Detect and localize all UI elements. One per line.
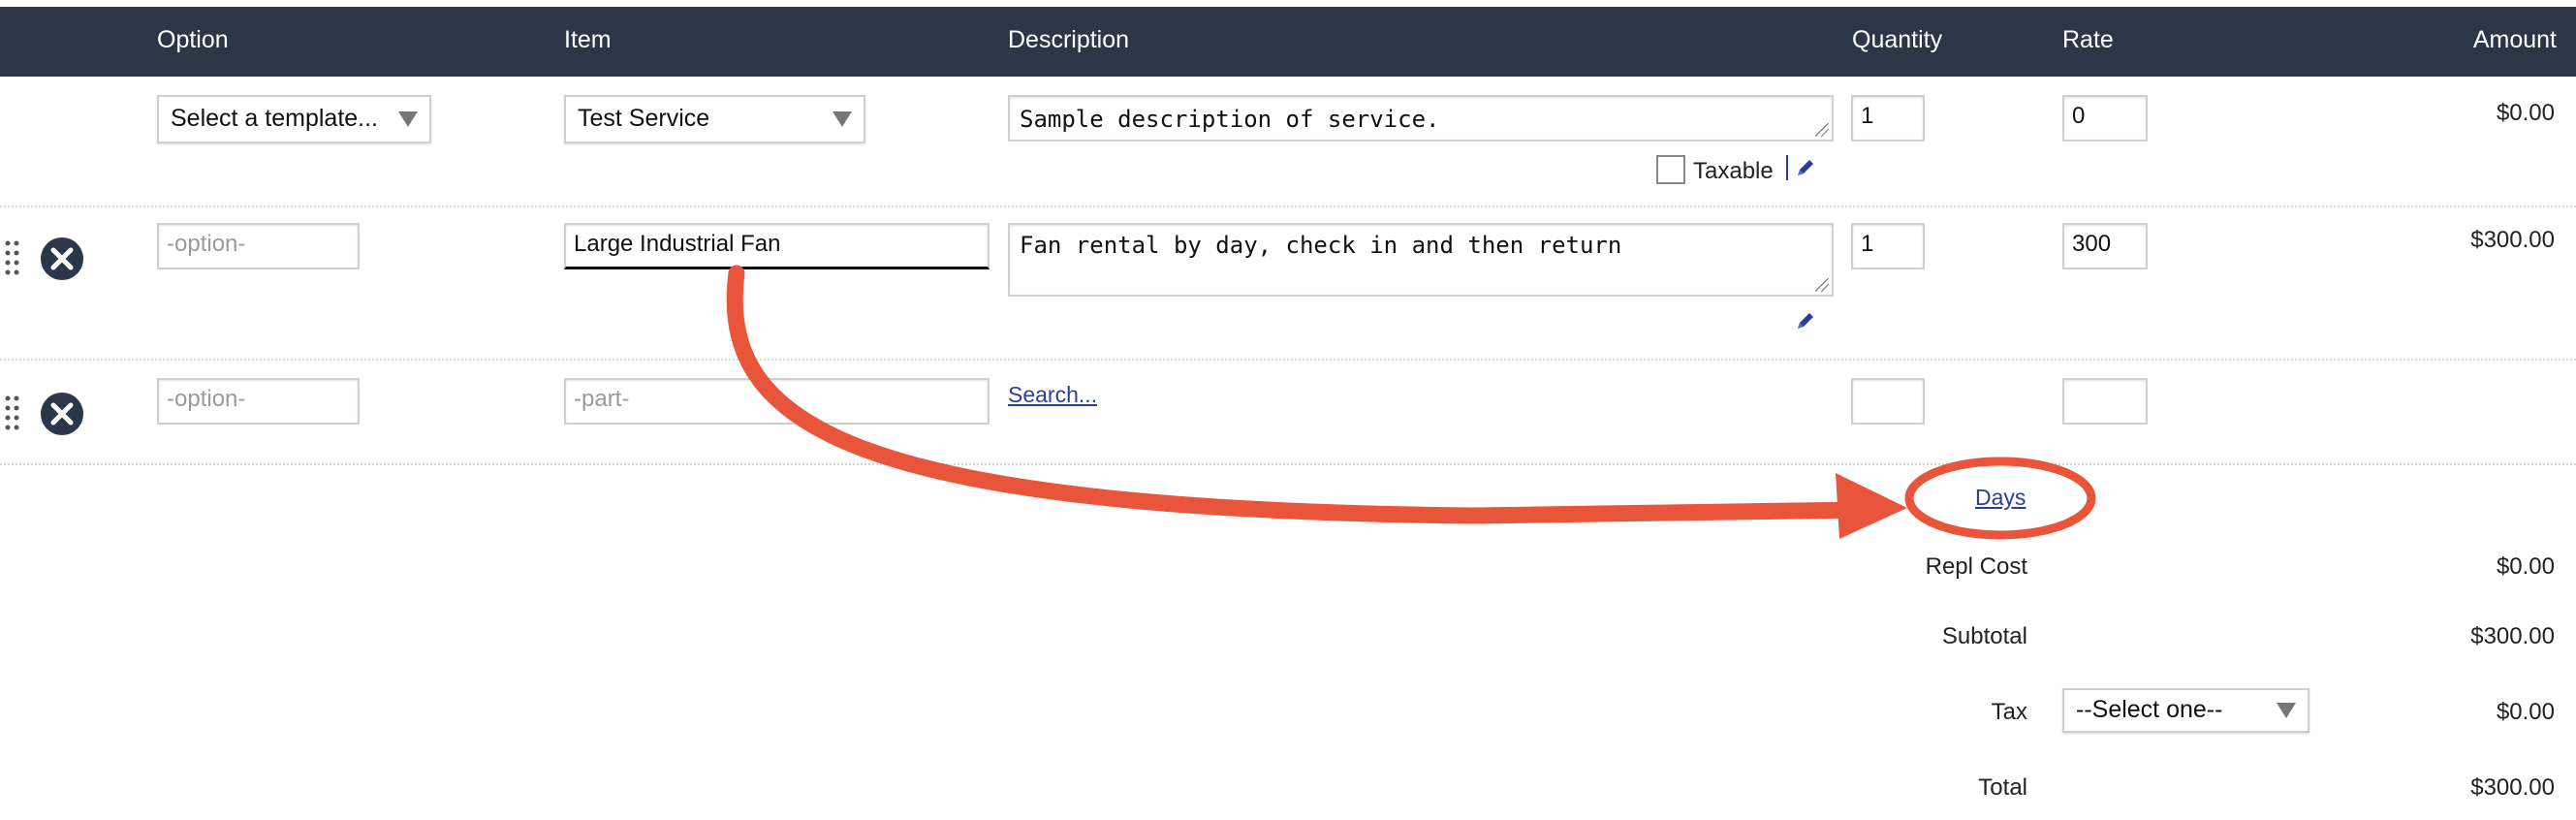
- dropdown-caret-icon: [2277, 703, 2296, 718]
- header-quantity: Quantity: [1852, 26, 1943, 53]
- tax-select[interactable]: --Select one--: [2062, 688, 2309, 733]
- rate-value: 0: [2072, 103, 2086, 129]
- row-divider: [0, 205, 2576, 207]
- quantity-value: 1: [1861, 103, 1874, 129]
- rate-input[interactable]: 0: [2062, 95, 2148, 142]
- quantity-value: 1: [1861, 231, 1874, 257]
- description-textarea[interactable]: Fan rental by day, check in and then ret…: [1008, 223, 1834, 297]
- item-select-value: Test Service: [578, 105, 710, 132]
- taxable-label: Taxable: [1693, 158, 1774, 184]
- remove-circle-x-icon[interactable]: [40, 237, 84, 281]
- line-items-header: Option Item Description Quantity Rate Am…: [0, 7, 2576, 77]
- quantity-input[interactable]: 1: [1851, 223, 1925, 269]
- resize-grip-icon[interactable]: [1815, 278, 1829, 292]
- header-amount: Amount: [2472, 26, 2557, 53]
- part-input[interactable]: -part-: [564, 378, 990, 425]
- item-input[interactable]: Large Industrial Fan: [564, 223, 990, 269]
- taxable-checkbox[interactable]: [1656, 155, 1685, 184]
- template-select[interactable]: Select a template...: [157, 95, 431, 143]
- rate-value: 300: [2072, 231, 2112, 257]
- row-amount: $300.00: [2470, 227, 2555, 253]
- row-divider: [0, 463, 2576, 465]
- tax-value: $0.00: [2496, 699, 2555, 725]
- item-value: Large Industrial Fan: [574, 231, 781, 257]
- header-description: Description: [1008, 26, 1130, 53]
- drag-handle-icon[interactable]: [4, 394, 21, 432]
- total-value: $300.00: [2470, 774, 2555, 801]
- header-item: Item: [564, 26, 612, 53]
- option-placeholder: -option-: [167, 231, 246, 257]
- option-placeholder: -option-: [167, 386, 246, 412]
- description-textarea[interactable]: Sample description of service.: [1008, 95, 1834, 142]
- pencil-edit-icon[interactable]: [1795, 157, 1816, 178]
- repl-cost-value: $0.00: [2496, 553, 2555, 580]
- subtotal-value: $300.00: [2470, 623, 2555, 649]
- description-text: Sample description of service.: [1020, 106, 1440, 133]
- search-link[interactable]: Search...: [1008, 382, 1097, 408]
- resize-grip-icon[interactable]: [1815, 123, 1829, 137]
- description-text: Fan rental by day, check in and then ret…: [1020, 232, 1622, 259]
- remove-circle-x-icon[interactable]: [40, 392, 84, 436]
- option-input[interactable]: -option-: [157, 378, 360, 425]
- option-input[interactable]: -option-: [157, 223, 360, 269]
- quantity-input[interactable]: 1: [1851, 95, 1925, 142]
- tax-select-value: --Select one--: [2076, 696, 2223, 723]
- drag-handle-icon[interactable]: [4, 238, 21, 277]
- rate-input[interactable]: [2062, 378, 2148, 425]
- part-placeholder: -part-: [574, 386, 630, 412]
- row-amount: $0.00: [2496, 100, 2555, 126]
- annotation-arrowhead: [1836, 473, 1907, 539]
- divider: [1786, 155, 1788, 180]
- template-select-value: Select a template...: [171, 105, 379, 132]
- repl-cost-label: Repl Cost: [1925, 553, 2027, 580]
- pencil-edit-icon[interactable]: [1795, 310, 1816, 331]
- row-divider: [0, 359, 2576, 361]
- header-option: Option: [157, 26, 229, 53]
- tax-label: Tax: [1991, 699, 2027, 725]
- header-rate: Rate: [2062, 26, 2114, 53]
- days-link[interactable]: Days: [1975, 485, 2026, 511]
- rate-input[interactable]: 300: [2062, 223, 2148, 269]
- dropdown-caret-icon: [832, 111, 852, 127]
- subtotal-label: Subtotal: [1941, 623, 2027, 649]
- dropdown-caret-icon: [398, 111, 418, 127]
- total-label: Total: [1978, 774, 2027, 801]
- quantity-input[interactable]: [1851, 378, 1925, 425]
- item-select[interactable]: Test Service: [564, 95, 865, 143]
